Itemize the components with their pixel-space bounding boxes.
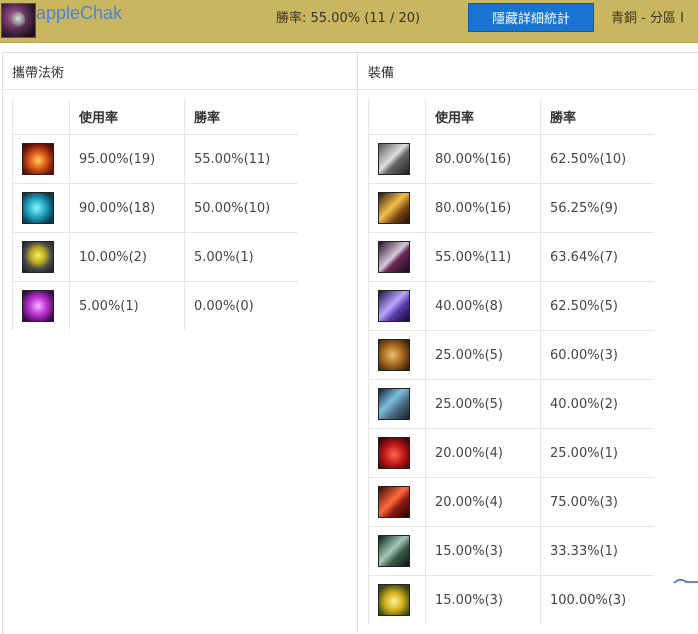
- usage-rate: 25.00%(5): [425, 330, 541, 380]
- icon-cell: [368, 526, 426, 576]
- win-rate: 62.50%(5): [540, 281, 654, 331]
- spell-row: 5.00%(1) 0.00%(0): [12, 281, 298, 330]
- golden-blade-icon[interactable]: [378, 192, 410, 224]
- item-row: 80.00%(16) 56.25%(9): [368, 183, 654, 233]
- champion-avatar-icon[interactable]: [1, 3, 36, 38]
- usage-rate: 90.00%(18): [69, 183, 185, 233]
- win-rate: 33.33%(1): [540, 526, 654, 576]
- icon-cell: [368, 575, 426, 624]
- icon-column-header: [12, 99, 70, 135]
- win-rate: 62.50%(10): [540, 134, 654, 184]
- spell-row: 10.00%(2) 5.00%(1): [12, 232, 298, 282]
- ignite-spell-icon[interactable]: [22, 143, 54, 175]
- item-row: 25.00%(5) 60.00%(3): [368, 330, 654, 380]
- win-rate: 60.00%(3): [540, 330, 654, 380]
- rank-label: 青銅 - 分區 I: [611, 11, 684, 26]
- win-rate: 63.64%(7): [540, 232, 654, 282]
- icon-cell: [368, 183, 426, 233]
- usage-rate: 80.00%(16): [425, 134, 541, 184]
- icon-cell: [368, 379, 426, 429]
- usage-rate: 95.00%(19): [69, 134, 185, 184]
- icon-cell: [368, 330, 426, 380]
- item-row: 25.00%(5) 40.00%(2): [368, 379, 654, 429]
- hide-details-button[interactable]: 隱藏詳細統計: [468, 3, 594, 32]
- icon-cell: [368, 281, 426, 331]
- icon-cell: [368, 428, 426, 478]
- usage-rate: 15.00%(3): [425, 526, 541, 576]
- spell-row: 95.00%(19) 55.00%(11): [12, 134, 298, 184]
- armored-boots-icon[interactable]: [378, 143, 410, 175]
- item-row: 15.00%(3) 33.33%(1): [368, 526, 654, 576]
- spells-header-row: 使用率 勝率: [12, 99, 299, 135]
- usage-rate: 15.00%(3): [425, 575, 541, 624]
- win-rate: 5.00%(1): [184, 232, 298, 282]
- win-rate: 100.00%(3): [540, 575, 654, 624]
- winrate-column-header: 勝率: [194, 111, 221, 126]
- item-row: 20.00%(4) 25.00%(1): [368, 428, 654, 478]
- icon-cell: [12, 134, 70, 184]
- icon-cell: [12, 281, 70, 330]
- icon-cell: [368, 477, 426, 527]
- red-potion-icon[interactable]: [378, 437, 410, 469]
- items-divider: [358, 89, 698, 90]
- items-header-row: 使用率 勝率: [368, 99, 655, 135]
- usage-rate: 55.00%(11): [425, 232, 541, 282]
- username[interactable]: appleChak: [36, 3, 122, 24]
- axe-icon[interactable]: [378, 535, 410, 567]
- win-rate: 40.00%(2): [540, 379, 654, 429]
- usage-rate: 80.00%(16): [425, 183, 541, 233]
- gauntlet-icon[interactable]: [378, 388, 410, 420]
- usage-rate: 20.00%(4): [425, 428, 541, 478]
- usage-rate: 10.00%(2): [69, 232, 185, 282]
- usage-rate: 20.00%(4): [425, 477, 541, 527]
- icon-cell: [12, 232, 70, 282]
- golden-emblem-icon[interactable]: [378, 584, 410, 616]
- spells-divider: [3, 89, 357, 90]
- scroll-indicator: [674, 579, 698, 584]
- win-rate: 55.00%(11): [184, 134, 298, 184]
- purple-sword-icon[interactable]: [378, 290, 410, 322]
- win-rate: 50.00%(10): [184, 183, 298, 233]
- win-rate: 56.25%(9): [540, 183, 654, 233]
- items-section-title: 裝備: [368, 66, 395, 81]
- winrate-summary: 勝率: 55.00% (11 / 20): [276, 11, 421, 26]
- spells-table: 使用率 勝率 95.00%(19) 55.00%(11) 90.00%(18) 50.…: [12, 99, 298, 330]
- item-row: 40.00%(8) 62.50%(5): [368, 281, 654, 331]
- usage-column-header: 使用率: [69, 99, 185, 135]
- icon-cell: [12, 183, 70, 233]
- icon-column-header: [368, 99, 426, 135]
- items-table: 使用率 勝率 80.00%(16) 62.50%(10) 80.00%(16) 56.…: [368, 99, 654, 624]
- item-row: 55.00%(11) 63.64%(7): [368, 232, 654, 282]
- winrate-column-header: 勝率: [550, 111, 577, 126]
- spells-section-title: 攜帶法術: [12, 66, 65, 81]
- horn-dagger-icon[interactable]: [378, 339, 410, 371]
- usage-column-header: 使用率: [425, 99, 541, 135]
- exhaust-spell-icon[interactable]: [22, 241, 54, 273]
- ghost-spell-icon[interactable]: [22, 192, 54, 224]
- column-divider: [357, 52, 358, 633]
- item-row: 80.00%(16) 62.50%(10): [368, 134, 654, 184]
- win-rate: 75.00%(3): [540, 477, 654, 527]
- usage-rate: 40.00%(8): [425, 281, 541, 331]
- icon-cell: [368, 232, 426, 282]
- spell-row: 90.00%(18) 50.00%(10): [12, 183, 298, 233]
- flash-spell-icon[interactable]: [22, 290, 54, 322]
- win-rate: 0.00%(0): [184, 281, 298, 330]
- usage-rate: 5.00%(1): [69, 281, 185, 330]
- win-rate: 25.00%(1): [540, 428, 654, 478]
- red-spear-icon[interactable]: [378, 486, 410, 518]
- icon-cell: [368, 134, 426, 184]
- long-sword-icon[interactable]: [378, 241, 410, 273]
- profile-header: appleChak 勝率: 55.00% (11 / 20) 隱藏詳細統計 青銅…: [0, 0, 698, 43]
- item-row: 20.00%(4) 75.00%(3): [368, 477, 654, 527]
- usage-rate: 25.00%(5): [425, 379, 541, 429]
- item-row: 15.00%(3) 100.00%(3): [368, 575, 654, 624]
